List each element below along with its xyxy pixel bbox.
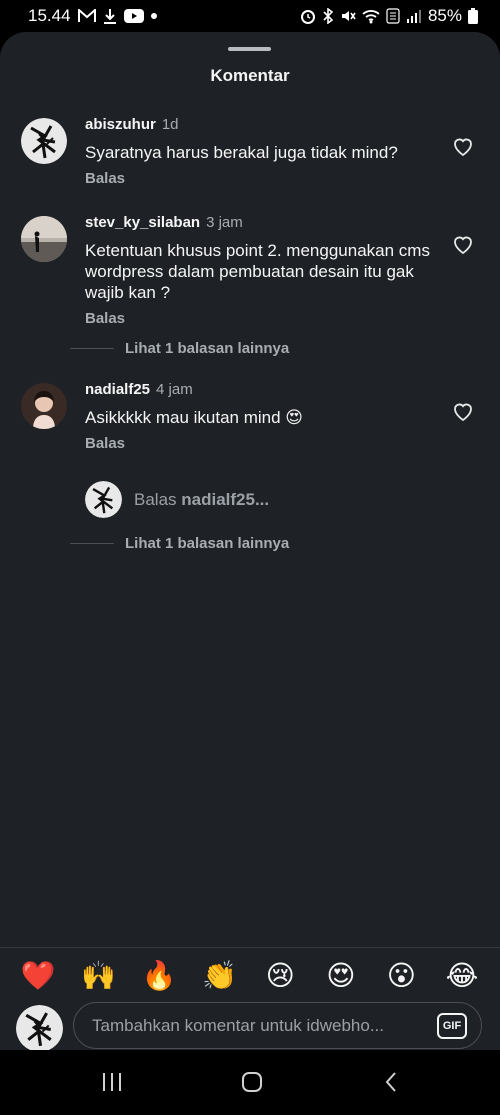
avatar: [16, 1005, 63, 1050]
avatar[interactable]: [21, 383, 67, 429]
comment-text: Asikkkkk mau ikutan mind 😍: [85, 408, 304, 427]
youtube-icon: [123, 9, 144, 23]
home-icon[interactable]: [240, 1070, 264, 1094]
comment-time: 4 jam: [156, 381, 193, 398]
comment-username[interactable]: stev_ky_silaban: [85, 214, 200, 231]
reply-button[interactable]: Balas: [85, 310, 435, 327]
inline-reply-prompt[interactable]: Balas nadialf25...: [85, 481, 269, 518]
comment-header: stev_ky_silaban 3 jam: [85, 213, 435, 233]
view-more-replies-label[interactable]: Lihat 1 balasan lainnya: [125, 340, 289, 357]
download-icon: [103, 8, 117, 24]
battery-icon: [468, 8, 478, 24]
emoji-laughing[interactable]: 😂: [444, 958, 480, 994]
comment-header: abiszuhur 1d: [85, 115, 435, 135]
mute-icon: [340, 8, 356, 24]
alarm-icon: [300, 8, 316, 24]
gif-button[interactable]: GIF: [437, 1012, 467, 1039]
drag-handle[interactable]: [228, 47, 271, 51]
avatar: [85, 481, 122, 518]
volte-icon: [386, 8, 400, 24]
reply-button[interactable]: Balas: [85, 170, 435, 187]
recents-icon[interactable]: [100, 1070, 124, 1094]
heart-icon[interactable]: [451, 232, 475, 256]
heart-icon[interactable]: [451, 399, 475, 423]
comment-username[interactable]: nadialf25: [85, 381, 150, 398]
bluetooth-icon: [322, 8, 334, 24]
comment-body: stev_ky_silaban 3 jam Ketentuan khusus po…: [85, 213, 435, 327]
avatar[interactable]: [21, 216, 67, 262]
signal-icon: [406, 8, 422, 24]
status-right: 85%: [300, 6, 478, 26]
emoji-fire[interactable]: 🔥: [141, 958, 177, 994]
emoji-crying[interactable]: 😢: [262, 958, 298, 994]
avatar[interactable]: [21, 118, 67, 164]
comment-header: nadialf25 4 jam: [85, 380, 435, 400]
sheet-title: Komentar: [210, 66, 290, 85]
navigation-bar: [0, 1050, 500, 1115]
view-more-replies-label[interactable]: Lihat 1 balasan lainnya: [125, 535, 289, 552]
comment-text: Syaratnya harus berakal juga tidak mind?: [85, 143, 398, 162]
inline-reply-label[interactable]: Balas nadialf25...: [134, 490, 269, 510]
emoji-surprised[interactable]: 😮: [383, 958, 419, 994]
comment-body: nadialf25 4 jam Asikkkkk mau ikutan mind …: [85, 380, 435, 452]
heart-icon[interactable]: [451, 134, 475, 158]
wifi-icon: [362, 8, 380, 24]
status-bar: 15.44 85%: [0, 0, 500, 32]
status-left: 15.44: [28, 6, 157, 26]
divider-line: [70, 348, 114, 349]
comment-time: 3 jam: [206, 214, 243, 231]
comment-username[interactable]: abiszuhur: [85, 116, 156, 133]
comment-body: abiszuhur 1d Syaratnya harus berakal juga…: [85, 115, 435, 187]
emoji-heart-eyes[interactable]: 😍: [323, 958, 359, 994]
comment-input-container[interactable]: GIF: [73, 1002, 482, 1049]
emoji-heart[interactable]: ❤️: [20, 958, 56, 994]
comment-composer: GIF: [0, 1002, 500, 1050]
back-icon[interactable]: [380, 1070, 404, 1094]
comment-text: Ketentuan khusus point 2. menggunakan cm…: [85, 241, 430, 302]
battery-label: 85%: [427, 6, 462, 25]
inline-reply-prefix: Balas: [134, 489, 177, 509]
status-time: 15.44: [28, 6, 71, 25]
dot-icon: [150, 13, 157, 19]
comment-time: 1d: [161, 116, 179, 133]
divider-line: [70, 543, 114, 544]
view-more-replies[interactable]: Lihat 1 balasan lainnya: [70, 340, 289, 357]
view-more-replies[interactable]: Lihat 1 balasan lainnya: [70, 535, 289, 552]
reply-button[interactable]: Balas: [85, 435, 435, 452]
emoji-clap[interactable]: 👏: [202, 958, 238, 994]
inline-reply-target: nadialf25...: [181, 489, 270, 509]
comment-input[interactable]: [92, 1015, 437, 1036]
gmail-icon: [77, 9, 96, 23]
comments-sheet: Komentar abiszuhur 1d Syaratnya harus ber…: [0, 32, 500, 1050]
emoji-raised-hands[interactable]: 🙌: [81, 958, 117, 994]
emoji-bar: ❤️ 🙌 🔥 👏 😢 😍 😮 😂: [0, 958, 500, 998]
emoji-divider: [0, 947, 500, 948]
